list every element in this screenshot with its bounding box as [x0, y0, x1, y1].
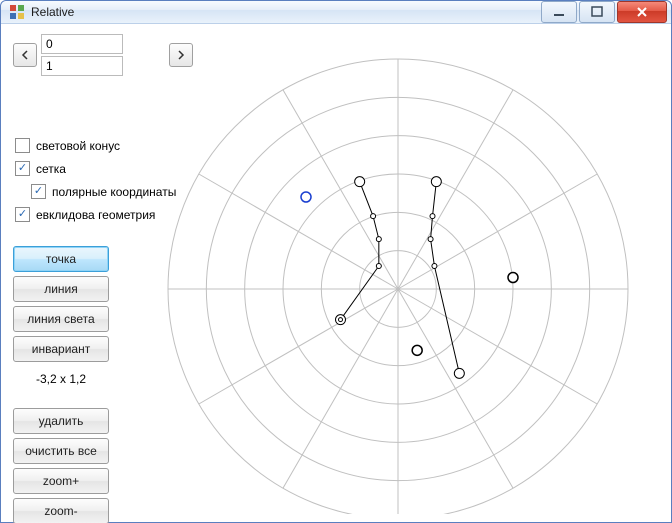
action-zoom-out[interactable]: zoom-	[13, 498, 109, 523]
checkbox-icon: ✓	[31, 184, 46, 199]
minimize-icon	[553, 6, 565, 18]
action-delete[interactable]: удалить	[13, 408, 109, 434]
drawing-canvas[interactable]	[193, 34, 659, 523]
check-label: световой конус	[36, 139, 120, 153]
checkbox-icon: ✓	[15, 207, 30, 222]
close-icon	[636, 6, 648, 18]
tool-invariant[interactable]: инвариант	[13, 336, 109, 362]
nav-fields	[41, 34, 165, 76]
check-label: евклидова геометрия	[36, 208, 155, 222]
maximize-button[interactable]	[579, 1, 615, 23]
tool-light-line[interactable]: линия света	[13, 306, 109, 332]
window-title: Relative	[31, 5, 539, 19]
chevron-left-icon	[20, 50, 30, 60]
tool-buttons: точка линия линия света инвариант -3,2 x…	[13, 246, 109, 523]
client-area: световой конус ✓ сетка ✓ полярные коорди…	[1, 24, 671, 523]
titlebar[interactable]: Relative	[1, 1, 671, 24]
check-label: сетка	[36, 162, 66, 176]
tool-line[interactable]: линия	[13, 276, 109, 302]
plot-svg	[153, 34, 672, 514]
coord-readout: -3,2 x 1,2	[13, 372, 109, 386]
app-icon	[9, 4, 25, 20]
prev-button[interactable]	[13, 43, 37, 67]
checkbox-icon: ✓	[15, 161, 30, 176]
app-window: Relative	[0, 0, 672, 523]
nav-value-top[interactable]	[41, 34, 123, 54]
action-clear-all[interactable]: очистить все	[13, 438, 109, 464]
window-controls	[539, 1, 667, 23]
tool-point[interactable]: точка	[13, 246, 109, 272]
checkbox-icon	[15, 138, 30, 153]
maximize-icon	[591, 6, 603, 18]
close-button[interactable]	[617, 1, 667, 23]
minimize-button[interactable]	[541, 1, 577, 23]
action-zoom-in[interactable]: zoom+	[13, 468, 109, 494]
nav-value-bottom[interactable]	[41, 56, 123, 76]
